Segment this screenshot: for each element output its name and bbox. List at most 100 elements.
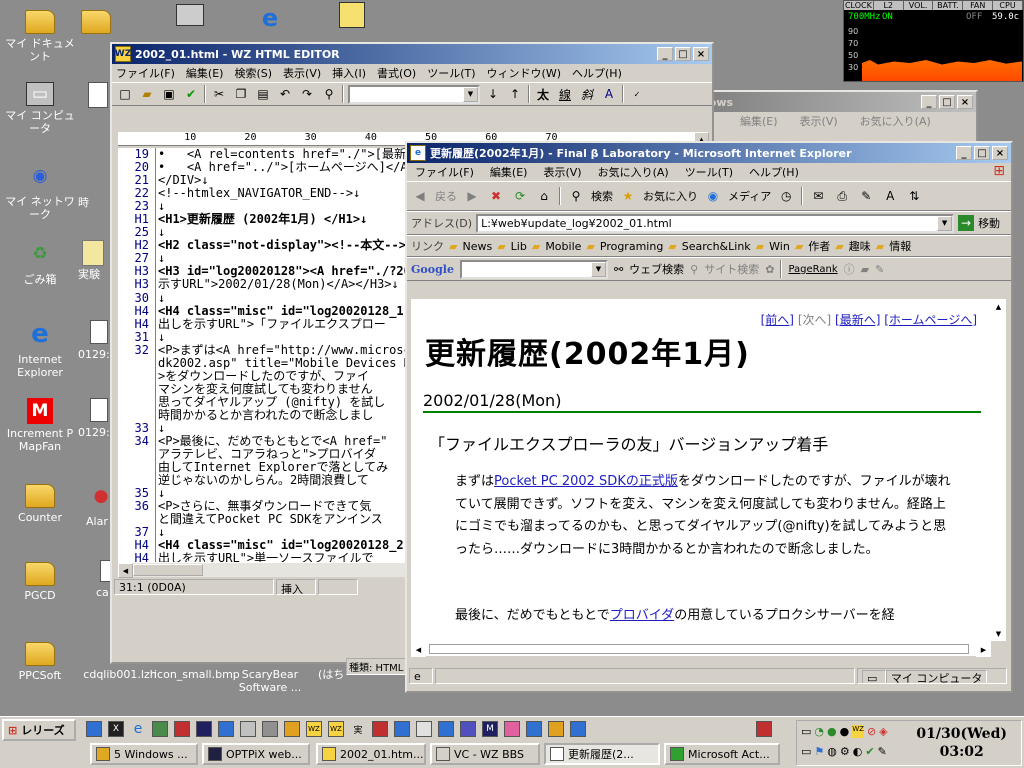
arrow-down-icon[interactable]: ↓: [484, 85, 502, 103]
back-label[interactable]: 戻る: [435, 188, 457, 204]
pagerank-label[interactable]: PageRank: [788, 264, 837, 275]
tray-network-icon[interactable]: ▭: [801, 725, 811, 738]
menu-tools[interactable]: ツール(T): [427, 65, 475, 81]
paste-icon[interactable]: ▤: [254, 85, 272, 103]
quicklaunch-icon-8[interactable]: [240, 721, 256, 737]
quicklaunch-icon-7[interactable]: [218, 721, 234, 737]
bold-icon[interactable]: 太: [534, 85, 552, 103]
chevron-down-icon[interactable]: ▼: [937, 215, 953, 231]
desktop-icon-my-network[interactable]: ◉ マイ ネットワーク: [0, 160, 80, 221]
tray-volume-icon[interactable]: ◐: [853, 745, 863, 758]
taskbar-item-ie[interactable]: 更新履歴(2...: [544, 743, 660, 765]
redo-icon[interactable]: ↷: [298, 85, 316, 103]
save-icon[interactable]: ▣: [160, 85, 178, 103]
address-input[interactable]: L:¥web¥update_log¥2002_01.html ▼: [476, 213, 955, 233]
menu-file[interactable]: ファイル(F): [116, 65, 175, 81]
quicklaunch-icon-16[interactable]: [416, 721, 432, 737]
menu-help[interactable]: ヘルプ(H): [572, 65, 622, 81]
web-search-button[interactable]: ウェブ検索: [629, 261, 684, 277]
desktop-icon-cdqlib[interactable]: cdqlib001.lzh: [80, 668, 160, 681]
link-win[interactable]: Win: [769, 240, 790, 253]
check-icon[interactable]: ✔: [182, 85, 200, 103]
italic-icon[interactable]: 斜: [578, 85, 596, 103]
quicklaunch-icon-17[interactable]: [438, 721, 454, 737]
tray-flag-icon[interactable]: ⚑: [814, 745, 824, 758]
media-icon[interactable]: ◉: [704, 187, 722, 205]
taskbar-item-wz-html[interactable]: 2002_01.htm...: [316, 743, 426, 765]
home-link[interactable]: [ホームページへ]: [884, 313, 977, 327]
chevron-down-icon[interactable]: ▼: [463, 86, 478, 102]
font-icon[interactable]: A: [600, 85, 618, 103]
favorites-star-icon[interactable]: ★: [619, 187, 637, 205]
maximize-button[interactable]: □: [675, 47, 691, 61]
desktop-icon-folder-3[interactable]: 実験: [78, 240, 112, 281]
refresh-icon[interactable]: ⟳: [511, 187, 529, 205]
history-icon[interactable]: ◷: [777, 187, 795, 205]
forward-arrow-icon[interactable]: ▶: [463, 187, 481, 205]
desktop-icon-pgcd[interactable]: PGCD: [0, 556, 80, 602]
scroll-left-icon[interactable]: ◀: [118, 563, 133, 578]
menu-view[interactable]: 表示(V): [543, 164, 581, 180]
scroll-down-icon[interactable]: ▼: [991, 626, 1006, 641]
go-button[interactable]: 移動: [978, 215, 1000, 231]
taskbar-item-activesync[interactable]: Microsoft Act...: [664, 743, 780, 765]
minimize-button[interactable]: _: [657, 47, 673, 61]
font-size-icon[interactable]: A: [881, 187, 899, 205]
quicklaunch-icon-5[interactable]: [174, 721, 190, 737]
tray-wz-icon[interactable]: WZ: [852, 725, 864, 738]
ie-horizontal-scrollbar[interactable]: ◀ ▶: [411, 641, 991, 657]
ie-vertical-scrollbar[interactable]: ▲ ▼: [991, 299, 1006, 641]
quicklaunch-icon-20[interactable]: [504, 721, 520, 737]
scroll-thumb[interactable]: [133, 564, 203, 576]
quicklaunch-icon-19[interactable]: M: [482, 721, 498, 737]
folder-icon[interactable]: ▰: [861, 263, 869, 276]
undo-icon[interactable]: ↶: [276, 85, 294, 103]
info-icon[interactable]: ⓘ: [844, 261, 855, 277]
desktop-icon-recycle-bin[interactable]: ♻ ごみ箱: [0, 238, 80, 286]
desktop-icon-my-computer[interactable]: ▭ マイ コンピュータ: [0, 82, 80, 135]
link-hobby[interactable]: 趣味: [849, 238, 871, 254]
link-author[interactable]: 作者: [808, 238, 830, 254]
maximize-button[interactable]: □: [939, 95, 955, 109]
link-info[interactable]: 情報: [889, 238, 911, 254]
quicklaunch-icon-11[interactable]: WZ: [306, 721, 322, 737]
desktop-icon-ppcsoft[interactable]: PPCSoft: [0, 636, 80, 682]
edit-icon[interactable]: ✎: [857, 187, 875, 205]
menu-insert[interactable]: 挿入(I): [332, 65, 366, 81]
tray-stop-icon[interactable]: ⊘: [867, 725, 876, 738]
highlight-icon[interactable]: ✎: [875, 263, 884, 276]
stop-icon[interactable]: ✖: [487, 187, 505, 205]
taskbar-item-windows-group[interactable]: 5 Windows ...: [90, 743, 198, 765]
desktop-icon-window[interactable]: [160, 4, 220, 29]
media-label[interactable]: メディア: [728, 188, 771, 204]
tray-sync-icon[interactable]: ◔: [814, 725, 824, 738]
site-search-button[interactable]: サイト検索: [704, 261, 759, 277]
quicklaunch-icon-23[interactable]: [570, 721, 586, 737]
tray-red-icon[interactable]: ◈: [879, 725, 887, 738]
menu-file[interactable]: ファイル(F): [415, 164, 474, 180]
taskbar-clock[interactable]: 01/30(Wed) 03:02: [916, 725, 1007, 761]
menu-help[interactable]: ヘルプ(H): [749, 164, 799, 180]
sdk-link[interactable]: Pocket PC 2002 SDKの正式版: [494, 474, 678, 489]
quicklaunch-icon-4[interactable]: [152, 721, 168, 737]
close-button[interactable]: ×: [693, 47, 709, 61]
quicklaunch-icon-15[interactable]: [394, 721, 410, 737]
quicklaunch-icon-22[interactable]: [548, 721, 564, 737]
tray-black-icon[interactable]: ●: [840, 725, 850, 738]
menu-edit[interactable]: 編集(E): [186, 65, 224, 81]
tray-gear-icon[interactable]: ⚙: [840, 745, 850, 758]
menu-edit[interactable]: 編集(E): [740, 113, 778, 129]
link-programing[interactable]: Programing: [600, 240, 663, 253]
desktop-icon-counter[interactable]: Counter: [0, 478, 80, 524]
desktop-icon-ie-shortcut[interactable]: e: [240, 2, 300, 37]
menu-tools[interactable]: ツール(T): [685, 164, 733, 180]
print-icon[interactable]: ⎙: [833, 187, 851, 205]
new-file-icon[interactable]: □: [116, 85, 134, 103]
desktop-icon-internet-explorer[interactable]: e Internet Explorer: [0, 318, 80, 380]
desktop-icon-folder[interactable]: [76, 4, 116, 37]
start-button[interactable]: ⊞ レリーズ: [2, 719, 76, 741]
search-label[interactable]: 検索: [591, 188, 613, 204]
find-icon[interactable]: ⚲: [320, 85, 338, 103]
quicklaunch-icon-13[interactable]: 実: [350, 721, 366, 737]
ie-titlebar[interactable]: e 更新履歴(2002年1月) - Final β Laboratory - M…: [407, 143, 1011, 163]
